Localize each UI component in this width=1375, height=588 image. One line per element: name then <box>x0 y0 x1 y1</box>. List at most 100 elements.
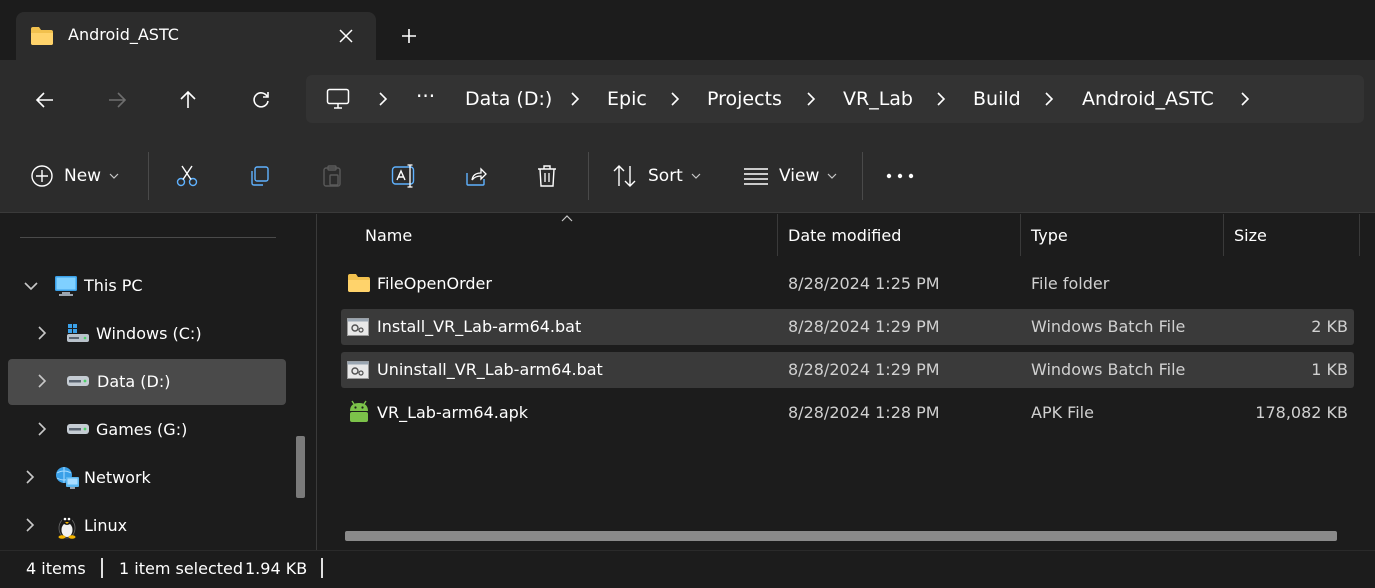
chevron-right-icon[interactable] <box>570 92 580 106</box>
sidebar-item-network[interactable]: Network <box>8 455 286 501</box>
chevron-right-icon[interactable] <box>38 326 47 340</box>
breadcrumb-overflow[interactable]: ··· <box>416 85 435 107</box>
chevron-right-icon[interactable] <box>26 518 35 532</box>
toolbar-divider <box>148 152 149 200</box>
breadcrumb-item-data-drive[interactable]: Data (D:) <box>465 88 552 110</box>
folder-icon <box>30 26 54 46</box>
column-header-type[interactable]: Type <box>1021 214 1223 258</box>
chevron-down-icon[interactable] <box>24 282 38 291</box>
sort-icon <box>613 165 636 187</box>
new-label: New <box>64 166 102 186</box>
status-divider <box>321 558 323 578</box>
tab-android-astc[interactable]: Android_ASTC <box>16 12 376 60</box>
address-bar[interactable]: ··· Data (D:) Epic Projects VR_Lab Build… <box>306 75 1364 123</box>
batch-file-icon <box>347 361 369 379</box>
share-button[interactable] <box>464 158 488 194</box>
breadcrumb-item-build[interactable]: Build <box>973 88 1021 110</box>
chevron-right-icon[interactable] <box>1044 92 1054 106</box>
up-button[interactable] <box>169 82 207 118</box>
item-count: 4 items <box>26 559 86 578</box>
selection-size: 1.94 KB <box>245 559 308 578</box>
file-row-uninstall-bat[interactable]: Uninstall_VR_Lab-arm64.bat 8/28/2024 1:2… <box>341 352 1354 388</box>
computer-icon <box>54 275 78 297</box>
sort-button[interactable]: Sort <box>612 158 701 194</box>
cut-button[interactable] <box>175 158 199 194</box>
file-name: Uninstall_VR_Lab-arm64.bat <box>377 360 603 379</box>
file-row-apk[interactable]: VR_Lab-arm64.apk 8/28/2024 1:28 PM APK F… <box>341 395 1354 431</box>
column-header-size[interactable]: Size <box>1224 214 1359 258</box>
file-type: File folder <box>1031 274 1110 293</box>
tab-title: Android_ASTC <box>68 25 179 44</box>
chevron-right-icon[interactable] <box>38 422 47 436</box>
file-size: 1 KB <box>1311 360 1348 379</box>
column-header-label: Date modified <box>788 226 902 245</box>
sidebar-item-label: Linux <box>84 516 128 535</box>
arrow-right-icon <box>109 92 127 108</box>
android-icon <box>348 400 370 424</box>
delete-button[interactable] <box>536 158 558 194</box>
file-name: Install_VR_Lab-arm64.bat <box>377 317 582 336</box>
file-row-install-bat[interactable]: Install_VR_Lab-arm64.bat 8/28/2024 1:29 … <box>341 309 1354 345</box>
breadcrumb-item-epic[interactable]: Epic <box>607 88 647 110</box>
close-icon <box>339 29 353 43</box>
sidebar-item-windows-c[interactable]: Windows (C:) <box>8 311 286 357</box>
file-list-pane: Name Date modified Type Size FileOpenOrd… <box>316 214 1375 550</box>
refresh-button[interactable] <box>242 82 280 118</box>
forward-button[interactable] <box>98 82 136 118</box>
arrow-left-icon <box>35 92 53 108</box>
chevron-right-icon[interactable] <box>26 470 35 484</box>
sidebar-item-label: Network <box>84 468 151 487</box>
chevron-down-icon <box>691 173 701 179</box>
computer-icon[interactable] <box>326 88 350 110</box>
column-header-label: Type <box>1031 226 1068 245</box>
view-label: View <box>779 166 820 186</box>
sidebar-item-games-g[interactable]: Games (G:) <box>8 407 286 453</box>
column-divider[interactable] <box>1359 214 1360 256</box>
sidebar-divider <box>20 237 276 238</box>
chevron-right-icon[interactable] <box>1240 92 1250 106</box>
sidebar-scrollbar[interactable] <box>296 436 305 498</box>
arrow-up-icon <box>180 90 196 108</box>
chevron-right-icon[interactable] <box>378 92 388 106</box>
file-name: VR_Lab-arm64.apk <box>377 403 529 422</box>
navigation-pane: This PC Windows (C:) Data (D:) Games (G:… <box>0 214 316 550</box>
file-name: FileOpenOrder <box>377 274 492 293</box>
drive-icon <box>66 374 90 388</box>
close-tab-button[interactable] <box>332 22 360 50</box>
title-bar: Android_ASTC <box>0 0 1375 60</box>
sidebar-item-this-pc[interactable]: This PC <box>8 263 286 309</box>
paste-button[interactable] <box>320 158 344 194</box>
column-header-date-modified[interactable]: Date modified <box>778 214 1020 258</box>
back-button[interactable] <box>26 82 64 118</box>
windows-drive-icon <box>66 322 90 344</box>
breadcrumb-item-android-astc[interactable]: Android_ASTC <box>1082 88 1214 110</box>
refresh-icon <box>253 92 269 108</box>
file-row-fileopenorder[interactable]: FileOpenOrder 8/28/2024 1:25 PM File fol… <box>341 266 1354 302</box>
view-button[interactable]: View <box>743 158 837 194</box>
share-icon <box>466 167 487 186</box>
chevron-right-icon[interactable] <box>936 92 946 106</box>
chevron-right-icon[interactable] <box>806 92 816 106</box>
file-type: Windows Batch File <box>1031 317 1186 336</box>
breadcrumb-item-vr-lab[interactable]: VR_Lab <box>843 88 913 110</box>
chevron-right-icon[interactable] <box>670 92 680 106</box>
more-options-button[interactable] <box>886 158 914 194</box>
file-type: APK File <box>1031 403 1094 422</box>
chevron-right-icon[interactable] <box>38 374 47 388</box>
drive-icon <box>66 422 90 436</box>
file-date-modified: 8/28/2024 1:29 PM <box>788 360 940 379</box>
selection-count: 1 item selected <box>119 559 244 578</box>
copy-button[interactable] <box>247 158 271 194</box>
file-date-modified: 8/28/2024 1:28 PM <box>788 403 940 422</box>
sidebar-item-linux[interactable]: Linux <box>8 503 286 549</box>
breadcrumb-item-projects[interactable]: Projects <box>707 88 782 110</box>
sidebar-item-label: Windows (C:) <box>96 324 202 343</box>
column-header-name[interactable]: Name <box>317 214 777 258</box>
new-button[interactable]: New <box>30 158 119 194</box>
add-circle-icon <box>31 165 53 187</box>
rename-button[interactable] <box>391 158 417 194</box>
sidebar-item-data-d[interactable]: Data (D:) <box>8 359 286 405</box>
horizontal-scrollbar[interactable] <box>345 531 1337 541</box>
scissors-icon <box>176 165 198 187</box>
new-tab-button[interactable] <box>394 22 424 50</box>
